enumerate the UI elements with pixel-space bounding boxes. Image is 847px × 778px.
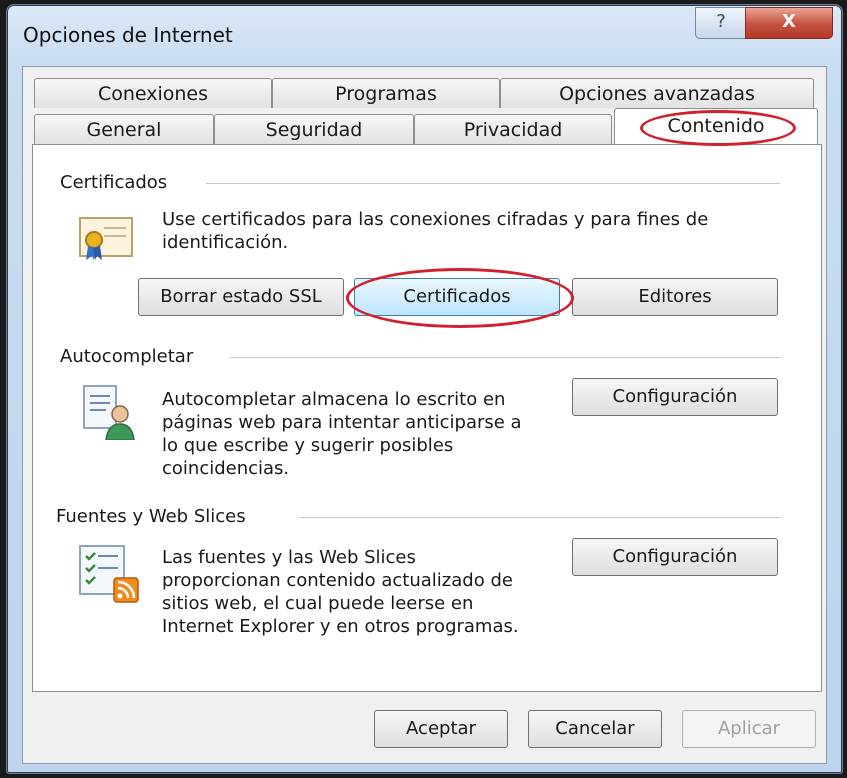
editores-button[interactable]: Editores [572,278,778,316]
fuentes-configuracion-button[interactable]: Configuración [572,538,778,576]
certificados-group-title: Certificados [60,172,168,193]
close-button[interactable]: X [745,7,833,39]
group-divider [206,183,780,184]
autocompletar-line2: páginas web para intentar anticiparse a [162,412,522,433]
fuentes-line4: Internet Explorer y en otros programas. [162,616,519,637]
help-icon: ? [716,11,726,32]
autocompletar-group-title: Autocompletar [60,346,194,367]
tab-conexiones[interactable]: Conexiones [34,78,272,108]
autocompletar-line3: lo que escribe y sugerir posibles [162,435,454,456]
help-button[interactable]: ? [695,7,747,39]
close-icon: X [782,11,796,32]
autocompletar-line4: coincidencias. [162,458,290,479]
tab-programas[interactable]: Programas [272,78,500,108]
window-title: Opciones de Internet [23,23,233,47]
fuentes-line2: proporcionan contenido actualizado de [162,570,513,591]
aplicar-button: Aplicar [682,710,816,748]
tab-privacidad[interactable]: Privacidad [414,114,612,144]
group-divider [300,517,780,518]
tab-seguridad[interactable]: Seguridad [214,114,414,144]
annotation-ring-tab [640,110,796,146]
autocomplete-user-icon [83,385,135,440]
fuentes-line3: sitios web, el cual puede leerse en [162,593,474,614]
tab-opciones-avanzadas[interactable]: Opciones avanzadas [500,78,814,108]
certificados-description-line1: Use certificados para las conexiones cif… [162,209,709,230]
borrar-estado-ssl-button[interactable]: Borrar estado SSL [138,278,344,316]
autocompletar-line1: Autocompletar almacena lo escrito en [162,389,506,410]
certificate-icon [79,217,133,260]
rss-feed-icon [79,545,139,603]
aceptar-button[interactable]: Aceptar [374,710,508,748]
cancelar-button[interactable]: Cancelar [528,710,662,748]
fuentes-group-title: Fuentes y Web Slices [56,506,246,527]
fuentes-line1: Las fuentes y las Web Slices [162,547,416,568]
annotation-ring-certificados [346,268,574,328]
certificados-description-line2: identificación. [162,232,289,253]
group-divider [230,357,780,358]
autocompletar-configuracion-button[interactable]: Configuración [572,378,778,416]
tab-general[interactable]: General [34,114,214,144]
